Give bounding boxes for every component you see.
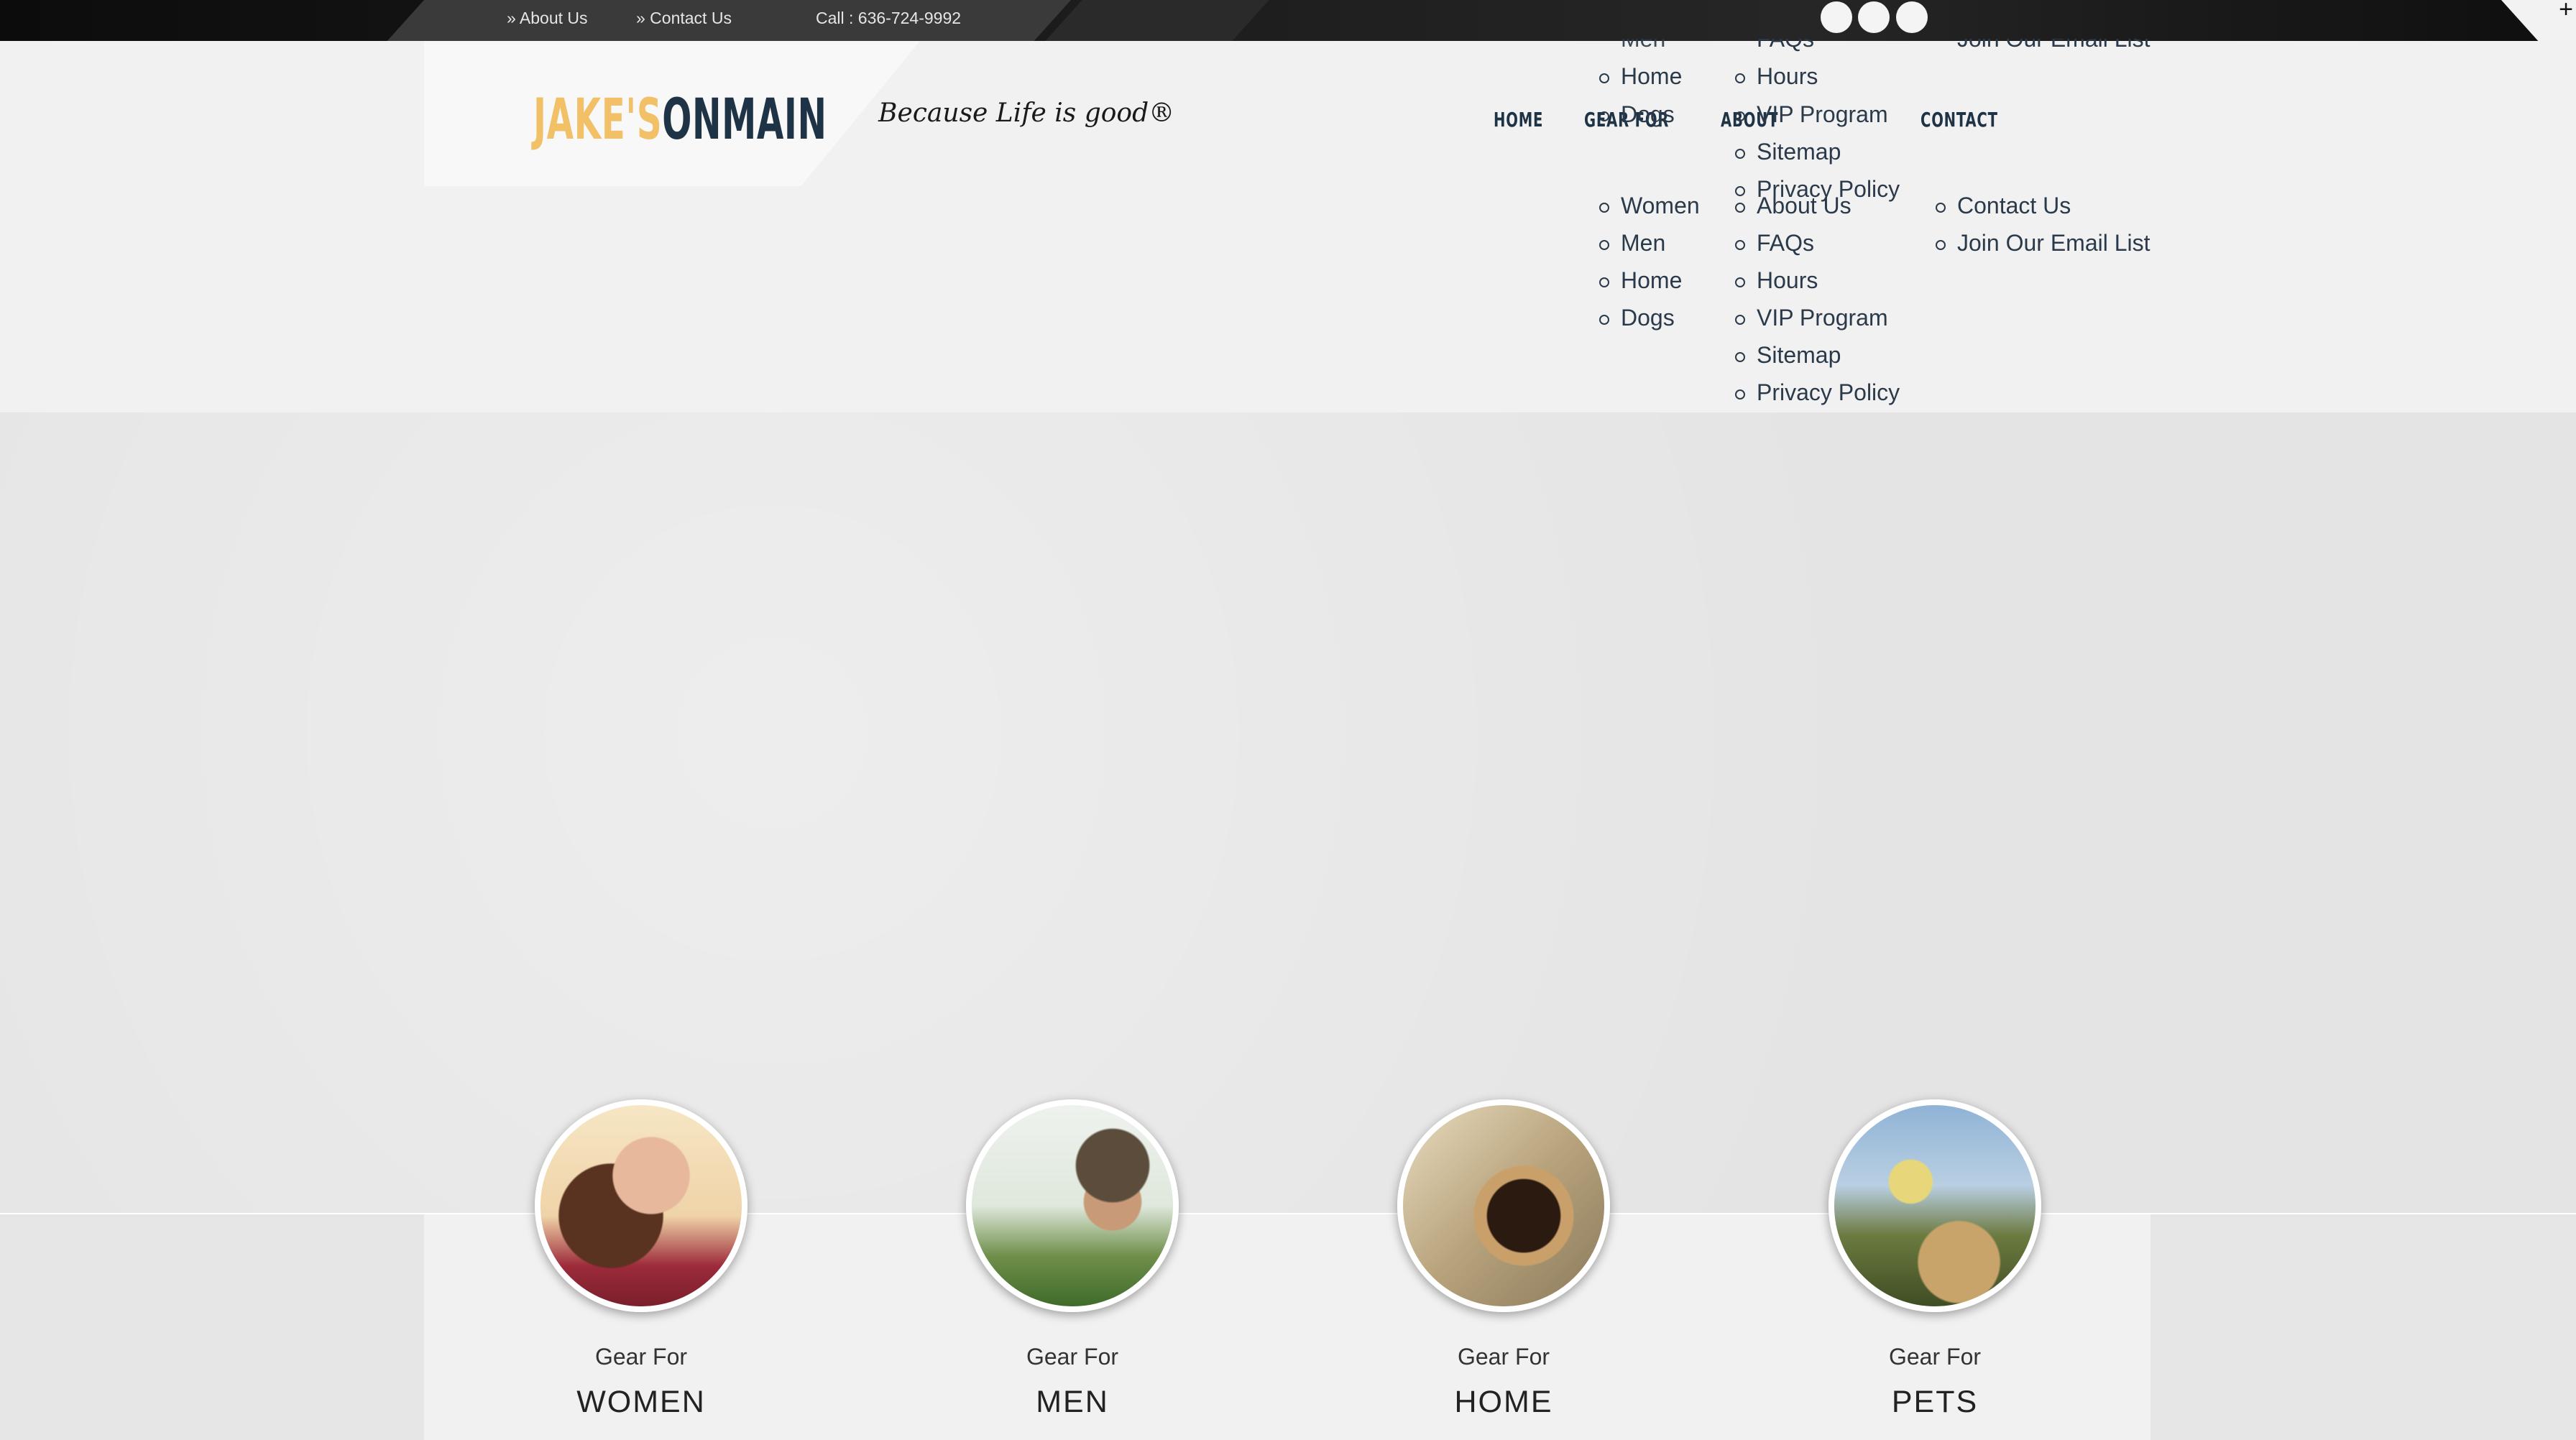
about-us-link[interactable]: » About Us [507,9,588,28]
menu-item-hours[interactable]: Hours [1734,63,1818,90]
top-bar: » About Us » Contact Us Call : 636-724-9… [0,0,2576,41]
category-pets[interactable]: Gear For PETS [1827,1099,2043,1420]
category-title[interactable]: WOMEN [533,1385,749,1420]
home-photo[interactable] [1397,1099,1610,1312]
menu-item-faqs[interactable]: FAQs [1734,230,1814,257]
menu-item-sitemap[interactable]: Sitemap [1734,342,1841,369]
menu-item-email-list[interactable]: Join Our Email List [1936,230,2150,257]
menu-item-dogs[interactable]: Dogs [1599,305,1675,331]
category-subtitle: Gear For [1888,1344,1982,1370]
category-subtitle: Gear For [1457,1344,1550,1370]
menu-item-sitemap[interactable]: Sitemap [1734,139,1841,165]
menu-item-women[interactable]: Women [1599,193,1700,219]
tagline: Because Life is good® [878,98,1175,128]
menu-item-home[interactable]: Home [1598,267,1682,294]
logo-onmain: ONMAIN [662,88,827,152]
plus-icon[interactable]: + [2559,0,2573,22]
top-bar-decoration [1045,0,1269,41]
menu-item-men[interactable]: Men [1598,230,1665,257]
menu-item-hours[interactable]: Hours [1734,267,1818,294]
category-subtitle: Gear For [594,1344,688,1370]
menu-item-privacy-policy[interactable]: Privacy Policy [1734,379,1900,406]
logo-jakes: JAKE'S [533,88,663,152]
instagram-icon[interactable] [1896,1,1928,33]
twitter-icon[interactable] [1858,1,1890,33]
menu-item-vip-program[interactable]: VIP Program [1735,305,1888,331]
site-header [0,41,2576,412]
menu-item-contact-us[interactable]: Contact Us [1935,193,2071,219]
hero-area [0,412,2576,1214]
menu-item-vip-program[interactable]: VIP Program [1735,101,1888,128]
site-logo[interactable]: JAKE'SONMAIN [533,92,827,148]
category-title[interactable]: HOME [1396,1385,1611,1420]
category-title[interactable]: PETS [1827,1385,2043,1420]
nav-contact[interactable]: CONTACT [1920,108,1998,131]
menu-item-about-us[interactable]: About Us [1735,193,1852,219]
facebook-icon[interactable] [1821,1,1852,33]
menu-item-home[interactable]: Home [1598,63,1682,90]
category-women[interactable]: Gear For WOMEN [533,1099,749,1420]
men-photo[interactable] [966,1099,1179,1312]
category-home[interactable]: Gear For HOME [1396,1099,1611,1420]
phone-number: Call : 636-724-9992 [816,9,962,27]
pets-photo[interactable] [1828,1099,2041,1312]
contact-us-link[interactable]: » Contact Us [636,9,732,28]
category-title[interactable]: MEN [965,1385,1180,1420]
nav-home[interactable]: HOME [1494,108,1543,131]
category-subtitle: Gear For [1026,1344,1119,1370]
menu-item-dogs[interactable]: Dogs [1599,101,1675,128]
women-photo[interactable] [535,1099,748,1312]
category-men[interactable]: Gear For MEN [965,1099,1180,1420]
